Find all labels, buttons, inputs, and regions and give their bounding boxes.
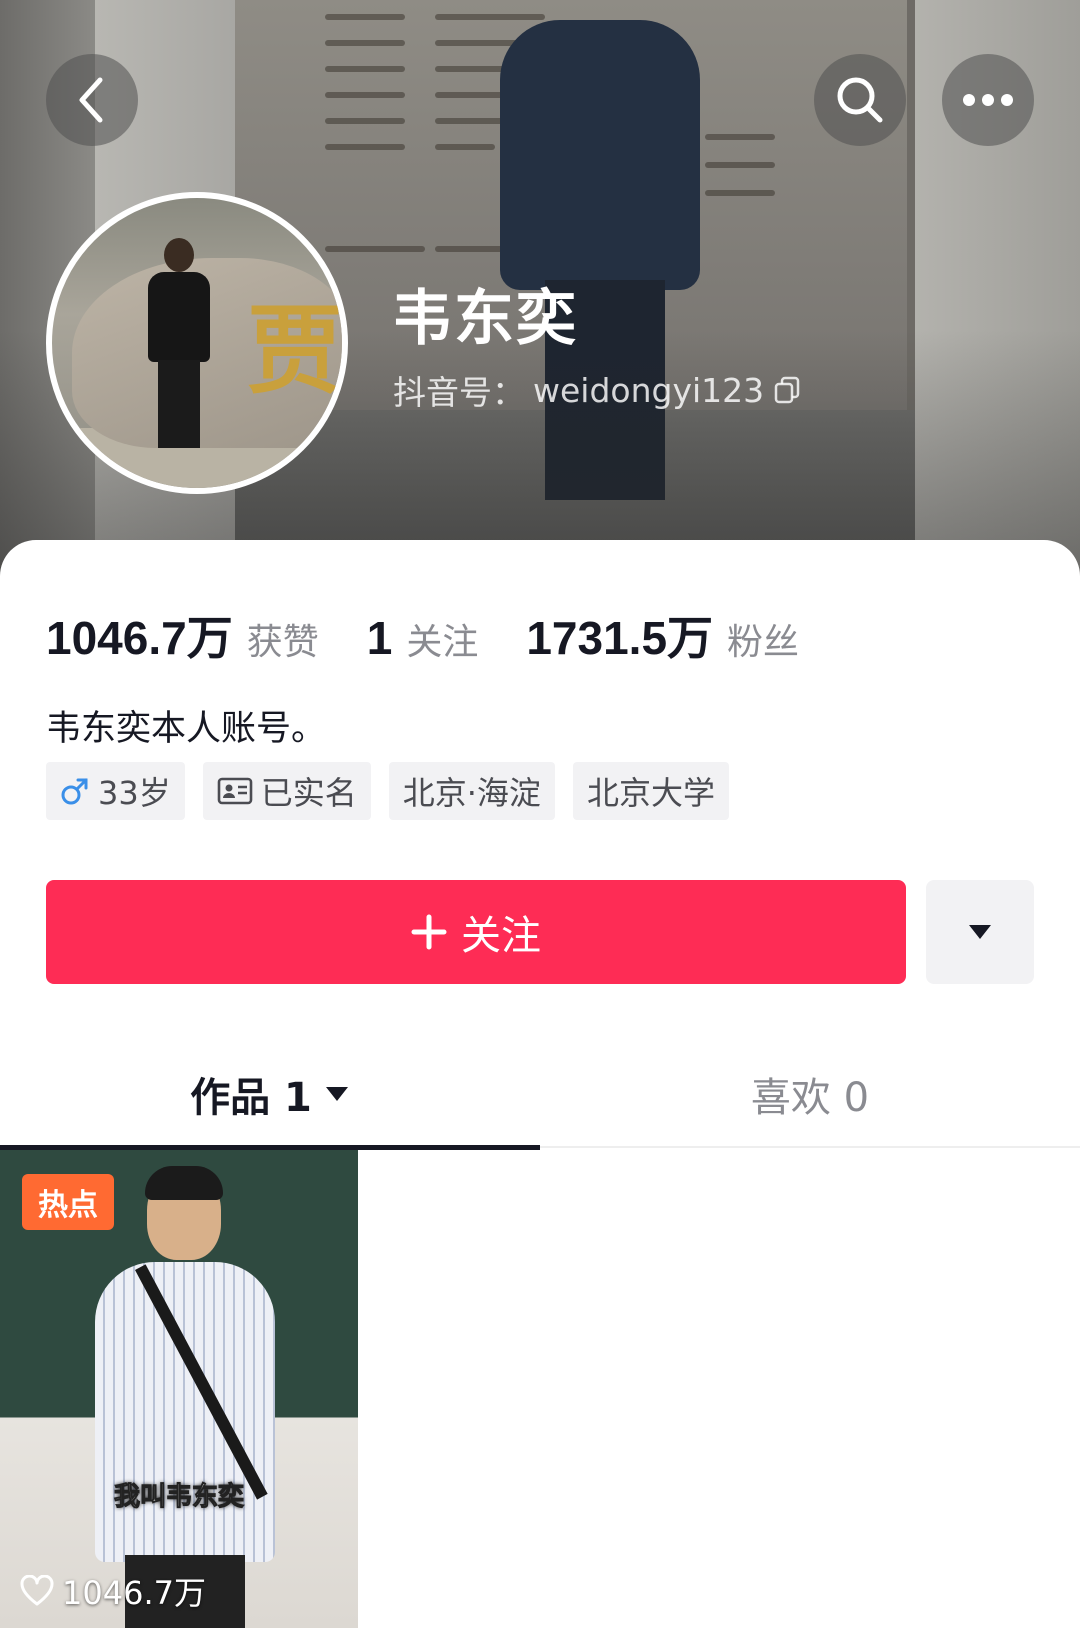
tab-works[interactable]: 作品 1 [0,1040,540,1150]
douyin-id-value: weidongyi123 [533,370,765,410]
id-card-icon [217,777,253,805]
tag-verified: 已实名 [202,762,371,820]
search-icon [837,77,883,123]
tab-label: 作品 1 [190,1075,312,1121]
stat-likes[interactable]: 1046.7万 获赞 [46,602,319,668]
video-like-count: 1046.7万 [20,1568,206,1614]
hot-badge: 热点 [22,1174,114,1230]
stat-value: 1 [366,612,393,664]
video-thumbnail[interactable]: 热点 我叫韦东奕 1046.7万 [0,1150,358,1628]
profile-card: 1046.7万 获赞 1 关注 1731.5万 粉丝 韦东奕本人账号。 33岁 [0,540,1080,1639]
profile-stats: 1046.7万 获赞 1 关注 1731.5万 粉丝 [46,602,847,665]
chevron-left-icon [79,77,103,123]
caret-down-icon [969,925,991,939]
profile-name: 韦东奕 [392,284,578,354]
plus-icon [411,914,447,950]
tag-location: 北京·海淀 [388,762,555,820]
follow-label: 关注 [461,913,541,959]
avatar-rock-inscription: 贾 [247,294,343,407]
tag-age: 33岁 [46,762,185,820]
search-button[interactable] [814,54,906,146]
heart-icon [20,1575,54,1606]
tag-label: 北京大学 [586,774,715,812]
profile-bio: 韦东奕本人账号。 [46,709,327,749]
profile-tabs: 作品 1 喜欢 0 [0,1040,1080,1150]
tag-label: 已实名 [260,774,357,812]
tag-school: 北京大学 [572,762,729,820]
video-person [95,1166,275,1628]
stat-value: 1046.7万 [46,612,233,664]
stat-value: 1731.5万 [526,612,714,664]
stat-label: 获赞 [246,622,319,663]
caret-down-icon [325,1087,348,1101]
tab-label: 喜欢 0 [750,1075,870,1121]
avatar[interactable]: 贾 [46,192,348,494]
tab-likes[interactable]: 喜欢 0 [540,1040,1080,1148]
tag-label: 北京·海淀 [402,774,541,812]
video-caption: 我叫韦东奕 [113,1482,244,1513]
profile-tags: 33岁 已实名 北京·海淀 北京大学 [46,762,729,820]
recommend-dropdown-button[interactable] [926,880,1034,984]
stat-label: 粉丝 [727,622,800,663]
male-icon [61,778,88,805]
tag-label: 33岁 [98,774,171,812]
more-options-button[interactable] [942,54,1034,146]
douyin-id[interactable]: 抖音号： weidongyi123 [393,366,802,414]
stat-followers[interactable]: 1731.5万 粉丝 [526,602,799,668]
follow-button[interactable]: 关注 [46,880,906,984]
douyin-id-label: 抖音号： [393,373,525,412]
stat-following[interactable]: 1 关注 [367,611,479,665]
ellipsis-icon [963,94,1013,106]
back-button[interactable] [46,54,138,146]
copy-icon[interactable] [772,375,802,405]
like-count: 1046.7万 [62,1574,206,1612]
stat-label: 关注 [406,622,479,663]
